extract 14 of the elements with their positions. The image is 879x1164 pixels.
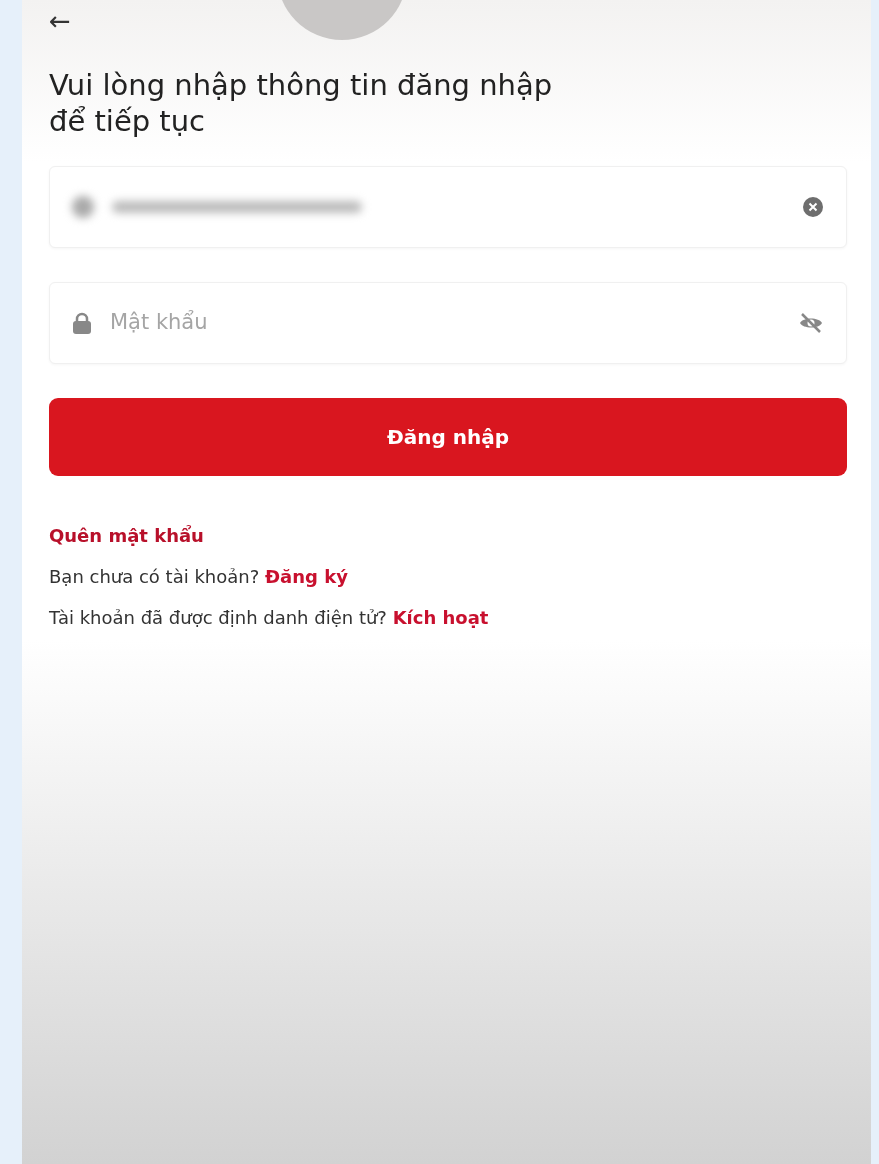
login-button[interactable]: Đăng nhập: [49, 397, 847, 476]
prompt-text: Bạn chưa có tài khoản? Đăng ký: [49, 564, 349, 589]
lock-icon: [72, 311, 92, 334]
account-field[interactable]: [49, 165, 847, 248]
forgot-password-link[interactable]: Quên mật khẩu: [49, 521, 204, 549]
password-input[interactable]: Mật khẩu: [108, 305, 782, 340]
page-title: Vui lòng nhập thông tin đăng nhập để tiếp tục: [49, 67, 554, 140]
action-link[interactable]: Đăng ký: [265, 565, 348, 587]
action-link[interactable]: Kích hoạt: [392, 606, 489, 628]
prompt-text: Tài khoản đã được định danh điện tử? Kích hoạt: [49, 605, 490, 630]
back-button[interactable]: ←: [49, 0, 77, 35]
password-field[interactable]: Mật khẩu: [49, 281, 847, 364]
eye-slash-icon[interactable]: [798, 311, 824, 334]
clear-icon[interactable]: [802, 195, 824, 218]
